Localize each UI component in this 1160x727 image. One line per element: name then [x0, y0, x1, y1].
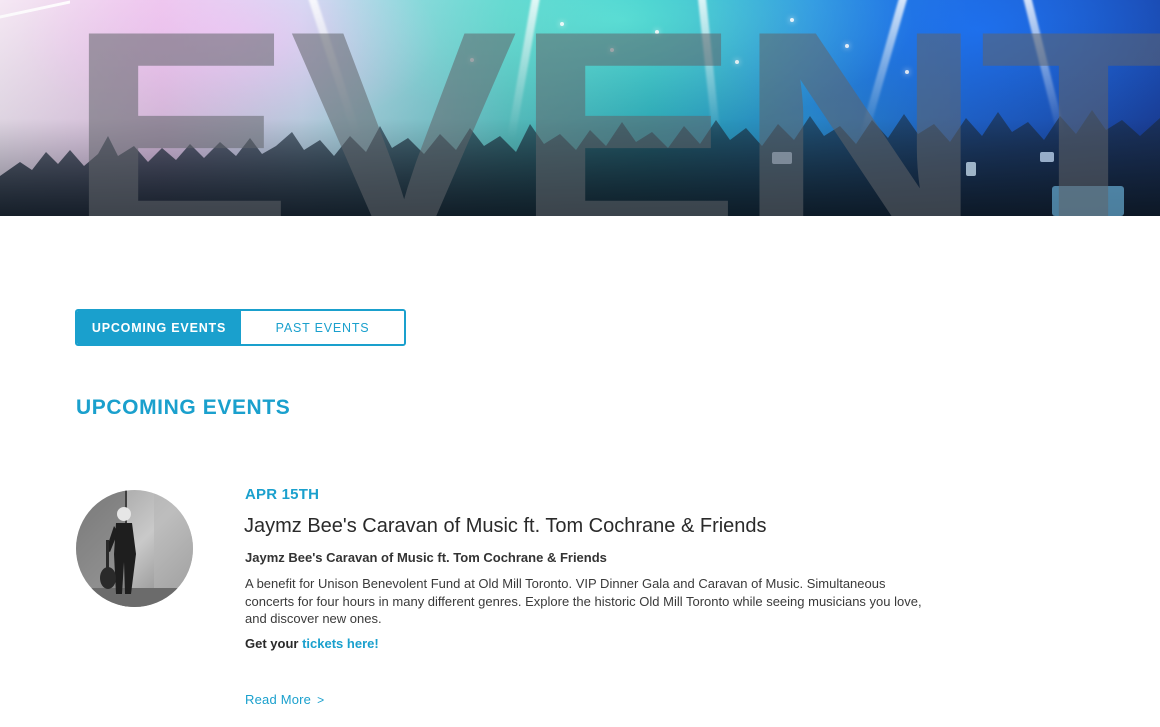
tickets-prefix: Get your — [245, 636, 299, 651]
read-more-label: Read More — [245, 692, 312, 707]
read-more-link[interactable]: Read More > — [245, 692, 324, 707]
chevron-right-icon: > — [317, 693, 325, 707]
musician-photo-icon — [76, 490, 193, 607]
hero-banner: EVENTS — [0, 0, 1160, 216]
event-description: A benefit for Unison Benevolent Fund at … — [245, 576, 922, 626]
event-title: Jaymz Bee's Caravan of Music ft. Tom Coc… — [244, 515, 767, 537]
event-tabs: UPCOMING EVENTS PAST EVENTS — [75, 309, 406, 346]
event-subtitle: Jaymz Bee's Caravan of Music ft. Tom Coc… — [245, 550, 607, 565]
tab-upcoming-events[interactable]: UPCOMING EVENTS — [77, 311, 241, 344]
section-heading: UPCOMING EVENTS — [76, 396, 291, 419]
event-date: APR 15TH — [245, 486, 320, 503]
tickets-link[interactable]: tickets here! — [302, 636, 379, 651]
tab-past-events[interactable]: PAST EVENTS — [241, 311, 404, 344]
hero-title: EVENTS — [66, 0, 1160, 216]
event-tickets-line: Get your tickets here! — [245, 636, 379, 651]
musician-photo[interactable] — [76, 490, 193, 607]
